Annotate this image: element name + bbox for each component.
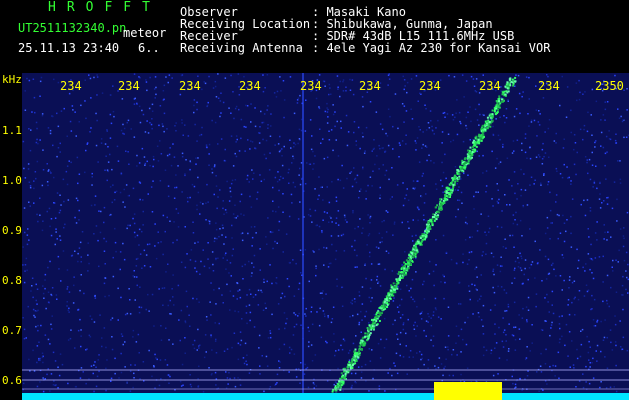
observation-count: 6.. — [138, 41, 160, 55]
image-filename: UT2511132340.pn — [18, 21, 127, 35]
header: HROFFT UT2511132340.pn meteor 25.11.13 2… — [0, 0, 629, 73]
time-tick-7: 234 — [419, 79, 441, 93]
time-tick-2: 234 — [118, 79, 140, 93]
time-tick-10: 2350 — [595, 79, 624, 93]
hrofft-logo: HROFFT — [48, 0, 161, 15]
spectrogram — [22, 73, 629, 400]
freq-label-0-9: 0.9 — [2, 224, 22, 237]
freq-label-0-8: 0.8 — [2, 274, 22, 287]
time-tick-4: 234 — [239, 79, 261, 93]
meteor-tag: meteor — [123, 26, 167, 40]
field-antenna-label: Receiving Antenna — [180, 41, 303, 55]
time-tick-8: 234 — [479, 79, 501, 93]
time-tick-1: 234 — [60, 79, 82, 93]
baseline-band — [22, 393, 629, 400]
frequency-unit: kHz — [2, 73, 22, 86]
field-antenna-value: : 4ele Yagi Az 230 for Kansai VOR — [312, 41, 551, 55]
observation-datetime: 25.11.13 23:40 — [18, 41, 120, 55]
time-tick-3: 234 — [179, 79, 201, 93]
freq-label-1-1: 1.1 — [2, 124, 22, 137]
freq-label-0-7: 0.7 — [2, 324, 22, 337]
freq-label-1-0: 1.0 — [2, 174, 22, 187]
freq-label-0-6: 0.6 — [2, 374, 22, 387]
yellow-burst — [434, 382, 502, 400]
vertical-carrier-line — [302, 73, 304, 393]
time-tick-9: 234 — [538, 79, 560, 93]
time-tick-5: 234 — [300, 79, 322, 93]
time-tick-6: 234 — [359, 79, 381, 93]
